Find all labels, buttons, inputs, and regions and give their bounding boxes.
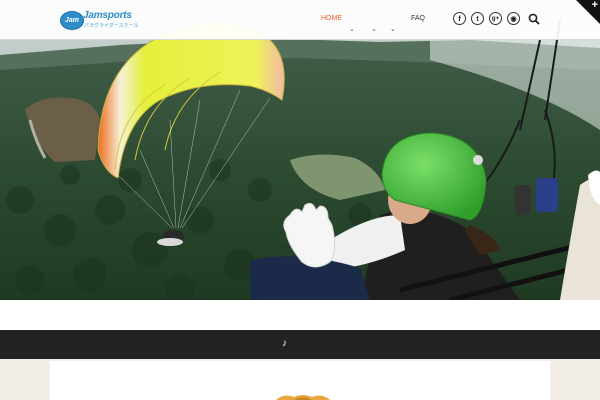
plus-icon[interactable]: + xyxy=(592,0,598,11)
logo-name: Jamsports xyxy=(83,10,132,21)
spacer-strip xyxy=(0,300,600,330)
search-icon[interactable] xyxy=(528,13,540,25)
music-bar xyxy=(0,330,600,359)
chevron-down-icon[interactable]: ⌄ xyxy=(349,26,355,33)
cart-icon[interactable]: ◉ xyxy=(507,12,520,25)
ribbon-decoration xyxy=(276,395,330,400)
twitter-icon[interactable]: t xyxy=(471,12,484,25)
site-header: Jam Jamsports パラグライダースクール HOME ⌄ ⌄ ⌄ FAQ… xyxy=(0,0,600,40)
chevron-down-icon[interactable]: ⌄ xyxy=(371,26,377,33)
hero-image xyxy=(0,0,600,300)
nav-item-home[interactable]: HOME xyxy=(321,15,342,22)
site-logo[interactable]: Jam Jamsports パラグライダースクール xyxy=(60,9,139,31)
google-plus-icon[interactable]: g+ xyxy=(489,12,502,25)
main-nav: HOME ⌄ ⌄ ⌄ FAQ xyxy=(300,0,450,39)
chevron-down-icon[interactable]: ⌄ xyxy=(390,26,396,33)
music-note-icon[interactable]: ♪ xyxy=(282,337,287,351)
logo-subtitle: パラグライダースクール xyxy=(84,23,139,29)
facebook-icon[interactable]: f xyxy=(453,12,466,25)
nav-item-faq[interactable]: FAQ xyxy=(411,15,425,22)
paragliding-photo xyxy=(0,0,600,300)
logo-badge: Jam xyxy=(60,11,84,30)
